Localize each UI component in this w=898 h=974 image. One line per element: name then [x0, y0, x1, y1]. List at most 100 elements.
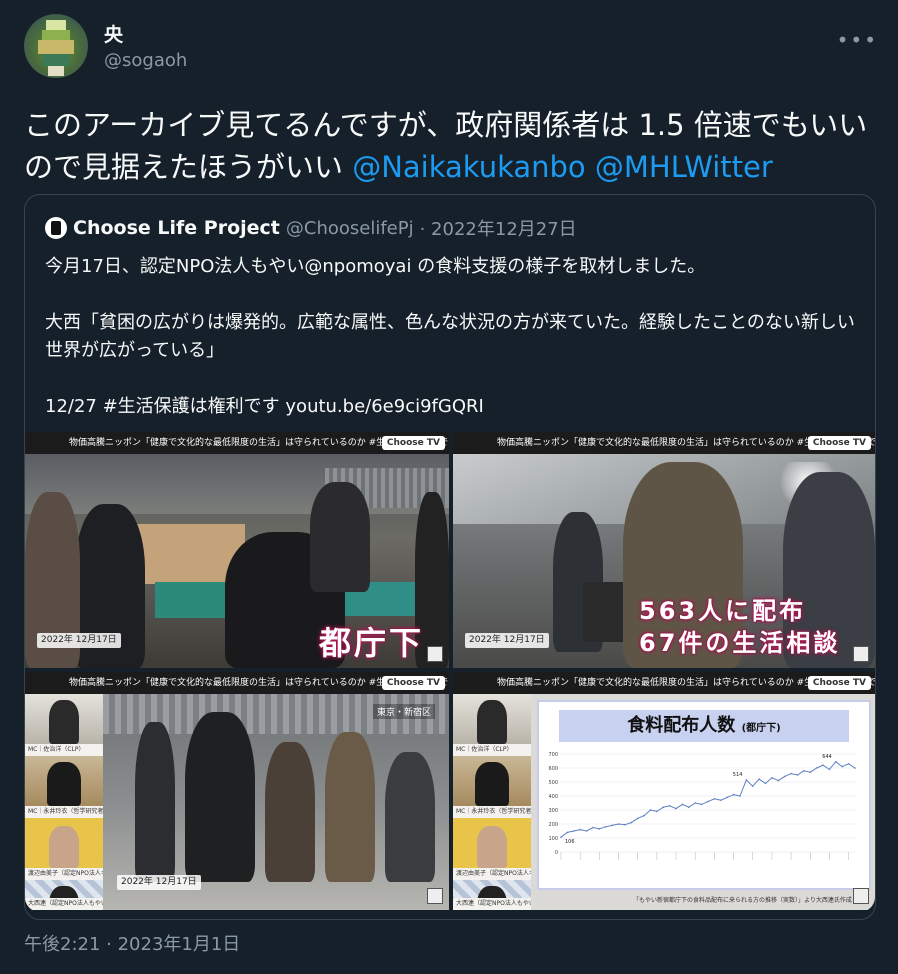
- data-point: [598, 828, 601, 830]
- data-point: [777, 779, 780, 782]
- user-handle[interactable]: @sogaoh: [104, 50, 187, 71]
- media-image-2[interactable]: 物価高騰ニッポン「健康で文化的な最低限度の生活」は守られているのか #生活保護は…: [453, 432, 875, 668]
- media-image-3[interactable]: 物価高騰ニッポン「健康で文化的な最低限度の生活」は守られているのか #生活保護は…: [25, 672, 449, 910]
- quoted-tweet-text: 今月17日、認定NPO法人もやい@npomoyai の食料支援の様子を取材しまし…: [45, 256, 855, 417]
- display-name[interactable]: 央: [104, 20, 123, 47]
- data-point: [732, 793, 735, 796]
- data-point: [617, 823, 620, 825]
- data-label: 514: [733, 772, 743, 778]
- data-point: [841, 765, 844, 768]
- qr-icon-1: [427, 646, 443, 662]
- data-point: [688, 806, 690, 808]
- quoted-tweet-header: Choose Life Project @ChooselifePj · 2022…: [45, 217, 577, 240]
- data-point: [681, 803, 684, 806]
- data-point: [835, 761, 837, 763]
- data-point: [809, 771, 812, 773]
- more-horizontal-icon[interactable]: •••: [837, 28, 878, 52]
- data-point: [828, 768, 831, 771]
- qr-icon-3: [427, 888, 443, 904]
- data-point: [630, 821, 633, 824]
- y-tick-label: 300: [548, 808, 558, 814]
- data-point: [713, 798, 716, 800]
- data-point: [592, 826, 594, 829]
- quoted-handle: @ChooselifePj: [285, 217, 414, 239]
- data-point: [649, 809, 652, 811]
- quoted-avatar: [45, 217, 67, 239]
- y-tick-label: 600: [548, 766, 558, 772]
- tweet-text: このアーカイブ見てるんですが、政府関係者は 1.5 倍速でもいいので見据えたほう…: [24, 104, 874, 188]
- panelist-sidebar-1: MC｜佐治洋（CLP） MC｜永井玲衣（哲学研究者） 渡辺由美子（認定NPO法人…: [25, 694, 103, 910]
- data-point: [636, 817, 639, 820]
- media-image-1[interactable]: 物価高騰ニッポン「健康で文化的な最低限度の生活」は守られているのか #生活保護は…: [25, 432, 449, 668]
- data-point: [751, 785, 754, 787]
- panel-label-2a: MC｜佐治洋（CLP）: [453, 744, 531, 756]
- choose-tv-badge-2: Choose TV: [807, 436, 871, 450]
- data-point: [604, 826, 607, 828]
- tweet-timestamp[interactable]: 午後2:21 · 2023年1月1日: [24, 930, 240, 956]
- tweet-header: 央 @sogaoh •••: [24, 14, 878, 82]
- y-tick-label: 400: [548, 794, 558, 800]
- data-point: [624, 823, 626, 826]
- data-point: [745, 779, 748, 781]
- data-label: 644: [822, 754, 832, 760]
- y-tick-label: 0: [555, 850, 558, 856]
- data-point: [764, 782, 767, 785]
- panel-label-1d: 大西連（認定NPO法人もやい・理…: [25, 898, 103, 910]
- chart-card: 食料配布人数 (都庁下) 0 100 200 300 400 500 600 700 514 64…: [537, 700, 871, 890]
- mention-naikakukanbo[interactable]: @Naikakukanbo: [352, 150, 585, 184]
- panelist-sidebar-2: MC｜佐治洋（CLP） MC｜永井玲衣（哲学研究者） 渡辺由美子（認定NPO法人…: [453, 694, 531, 910]
- data-point: [611, 824, 613, 827]
- choose-tv-badge-3: Choose TV: [381, 676, 445, 690]
- data-point: [694, 802, 697, 804]
- source-note: 「もやい新宿都庁下の食料品配布に来られる方の推移（実数）」より大西連氏作成: [633, 897, 852, 904]
- media-image-4[interactable]: 物価高騰ニッポン「健康で文化的な最低限度の生活」は守られているのか #生活保護は…: [453, 672, 875, 910]
- data-point: [643, 814, 645, 817]
- avatar[interactable]: [24, 14, 88, 78]
- data-point: [796, 774, 799, 776]
- choose-tv-badge-4: Choose TV: [807, 676, 871, 690]
- data-point: [560, 836, 562, 838]
- series-line: [560, 761, 856, 838]
- media-grid: 物価高騰ニッポン「健康で文化的な最低限度の生活」は守られているのか #生活保護は…: [25, 432, 875, 912]
- data-point: [847, 763, 850, 765]
- y-tick-label: 700: [548, 752, 558, 758]
- location-tag: 東京・新宿区: [372, 704, 435, 719]
- data-point: [739, 795, 741, 797]
- caption-tochoushita: 都庁下: [319, 624, 425, 662]
- panel-label-1c: 渡辺由美子（認定NPO法人キッズ…: [25, 868, 103, 880]
- panel-label-2c: 渡辺由美子（認定NPO法人キッズ…: [453, 868, 531, 880]
- quoted-display-name: Choose Life Project: [73, 217, 280, 239]
- data-point: [758, 778, 760, 780]
- quoted-date: · 2022年12月27日: [419, 219, 577, 240]
- data-point: [668, 805, 671, 807]
- data-point: [719, 799, 722, 801]
- qr-icon-2: [853, 646, 869, 662]
- panel-label-2d: 大西連（認定NPO法人もやい・理…: [453, 898, 531, 910]
- panel-label-2b: MC｜永井玲衣（哲学研究者）: [453, 806, 531, 818]
- data-point: [572, 830, 575, 832]
- data-point: [783, 775, 786, 778]
- chart-plot: 0 100 200 300 400 500 600 700 514 644 106: [548, 752, 856, 860]
- data-point: [726, 796, 728, 799]
- data-point: [579, 828, 581, 831]
- data-point: [815, 767, 818, 769]
- data-point: [803, 770, 805, 772]
- quoted-tweet[interactable]: Choose Life Project @ChooselifePj · 2022…: [24, 194, 876, 920]
- data-point: [771, 777, 773, 779]
- data-point: [790, 772, 792, 775]
- data-label: 106: [565, 839, 575, 845]
- caption-consultations: 67件の生活相談: [639, 629, 841, 657]
- data-point: [707, 800, 709, 803]
- data-point: [700, 803, 703, 806]
- choose-tv-badge-1: Choose TV: [381, 436, 445, 450]
- mention-mhlwitter[interactable]: @MHLWitter: [595, 150, 773, 184]
- data-point: [656, 810, 658, 813]
- caption-distributed: 563人に配布: [639, 597, 807, 625]
- data-point: [675, 807, 677, 810]
- data-point: [566, 831, 569, 834]
- data-point: [662, 806, 665, 808]
- data-point: [854, 767, 856, 769]
- panel-label-1b: MC｜永井玲衣（哲学研究者）: [25, 806, 103, 818]
- panel-label-1a: MC｜佐治洋（CLP）: [25, 744, 103, 756]
- date-tag-3: 2022年 12月17日: [117, 875, 201, 890]
